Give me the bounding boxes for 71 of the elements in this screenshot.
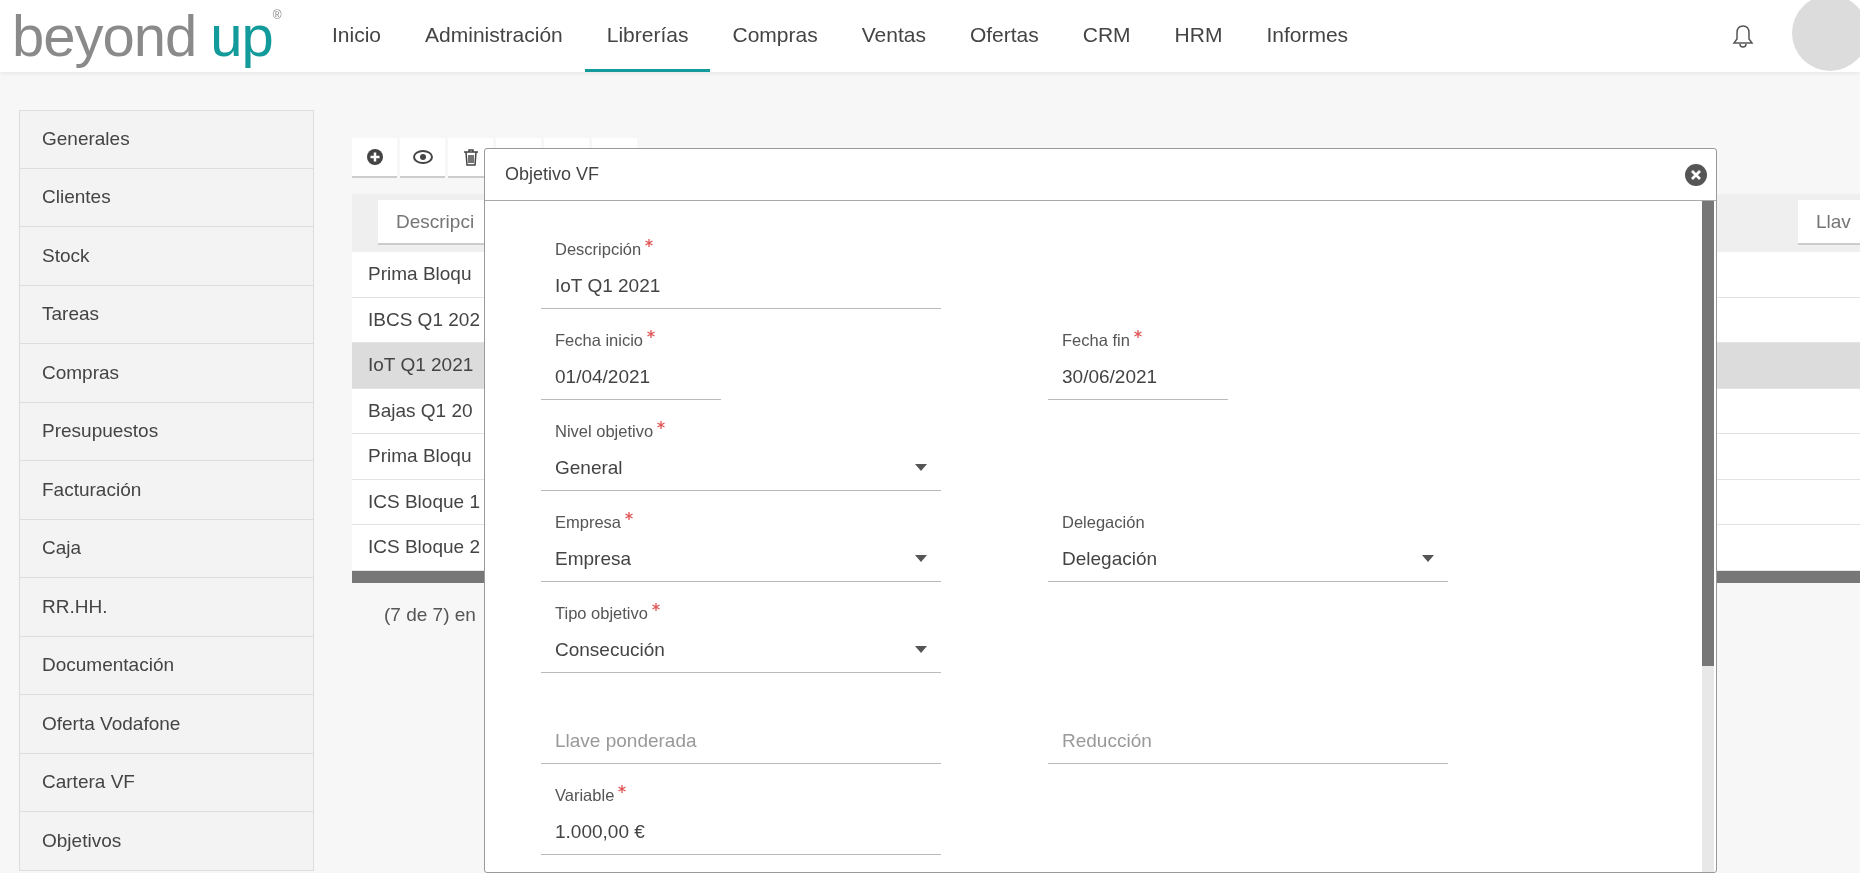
required-icon [618,784,627,793]
input-field[interactable]: 01/04/2021 [541,362,721,400]
pager-text: (7 de 7) en [384,602,476,627]
close-icon[interactable] [1684,162,1708,187]
sidebar-item[interactable]: Clientes [19,168,314,227]
field-label: Tipo objetivo [555,602,648,624]
required-icon [645,238,654,247]
required-icon [651,602,660,611]
sidebar-item[interactable]: Stock [19,227,314,286]
bell-icon[interactable] [1732,24,1754,48]
caret-icon [915,555,927,563]
input-field[interactable]: 1.000,00 € [541,817,941,855]
table-cell-text: ICS Bloque 2 [368,535,480,559]
input-field[interactable]: Reducción [1048,726,1448,764]
required-icon [647,329,656,338]
required-icon [1133,329,1142,338]
nav-tab[interactable]: HRM [1152,0,1245,72]
table-cell-text: IoT Q1 2021 [368,353,474,377]
view-button[interactable] [400,138,445,178]
field-label: Nivel objetivo [555,420,654,442]
filter-field[interactable]: Llav [1798,200,1860,245]
caret-icon [1422,555,1434,563]
dropdown-field[interactable]: Delegación [1048,544,1448,582]
field-label: Delegación [1062,511,1145,533]
required-icon [657,420,666,429]
nav-tab[interactable]: Ofertas [947,0,1061,72]
table-cell-text: Prima Bloqu [368,444,472,468]
nav-tab[interactable]: Compras [710,0,840,72]
nav-tab[interactable]: Informes [1244,0,1371,72]
field-label: Fecha fin [1062,329,1130,351]
add-icon [365,148,384,166]
field-label: Variable [555,784,615,806]
nav-tab[interactable]: CRM [1060,0,1153,72]
table-cell-text: Bajas Q1 20 [368,398,473,423]
nav-tab[interactable]: Librerías [584,0,711,72]
trash-icon [461,148,480,166]
nav-tab[interactable]: Inicio [310,0,404,72]
sidebar-item[interactable]: Documentación [19,636,314,695]
dropdown-field[interactable]: General [541,453,941,491]
input-field[interactable]: IoT Q1 2021 [541,271,941,309]
modal-title: Objetivo VF [505,163,600,186]
eye-icon [412,149,433,165]
registered-mark: ® [272,9,281,21]
table-cell-text: ICS Bloque 1 [368,489,480,514]
sidebar-item[interactable]: Facturación [19,461,314,520]
sidebar-item[interactable]: Oferta Vodafone [19,695,314,754]
dropdown-field[interactable]: Empresa [541,544,941,582]
field-label: Empresa [555,511,622,533]
add-button[interactable] [352,138,397,178]
filter-field[interactable]: Descripci [378,200,484,245]
input-field[interactable]: Llave ponderada [541,726,941,764]
field-label: Fecha inicio [555,329,644,351]
caret-icon [915,646,927,654]
sidebar-item[interactable]: Compras [19,344,314,403]
field-label: Descripción [555,238,642,260]
sidebar-item[interactable]: Generales [19,110,314,169]
sidebar-item[interactable]: Presupuestos [19,402,314,461]
sidebar-item[interactable]: Cartera VF [19,753,314,812]
nav-tab[interactable]: Administración [403,0,585,72]
scrollbar[interactable] [1702,201,1714,872]
sidebar-item[interactable]: RR.HH. [19,578,314,637]
table-cell-text: IBCS Q1 202 [368,307,480,332]
sidebar-item[interactable]: Caja [19,519,314,578]
dropdown-field[interactable]: Consecución [541,635,941,673]
sidebar-item[interactable]: Tareas [19,285,314,344]
nav-tab[interactable]: Ventas [839,0,948,72]
sidebar-item[interactable]: Objetivos [19,812,314,871]
input-field[interactable]: 30/06/2021 [1048,362,1228,400]
required-icon [625,511,634,520]
table-cell-text: Prima Bloqu [368,262,472,286]
caret-icon [915,464,927,472]
